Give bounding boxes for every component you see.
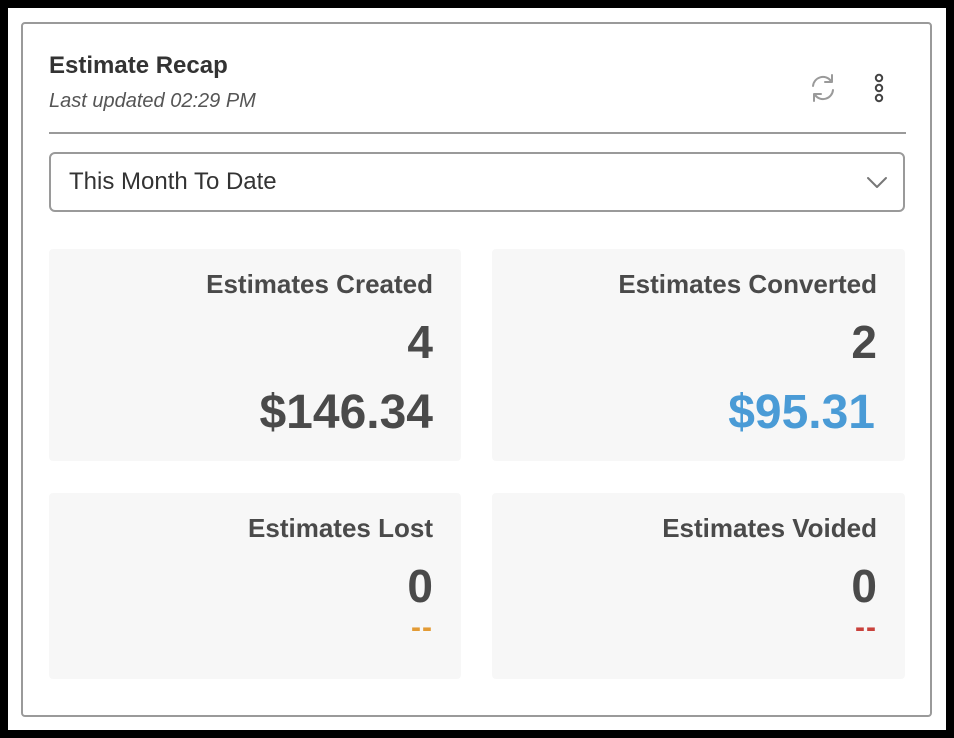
window-frame: Estimate Recap Last updated 02:29 PM Thi…	[0, 0, 954, 738]
chevron-down-icon	[867, 177, 887, 188]
estimates-voided-count: 0	[851, 560, 877, 612]
last-updated-text: Last updated 02:29 PM	[49, 90, 256, 112]
estimates-created-label: Estimates Created	[206, 269, 433, 299]
estimates-lost-label: Estimates Lost	[248, 513, 433, 543]
estimates-created-count: 4	[407, 316, 433, 368]
estimates-voided-label: Estimates Voided	[662, 513, 877, 543]
estimates-voided-tile: Estimates Voided 0 --	[492, 493, 905, 679]
estimates-lost-count: 0	[407, 560, 433, 612]
date-range-selected-value: This Month To Date	[69, 168, 277, 195]
refresh-icon	[812, 74, 834, 102]
estimates-converted-label: Estimates Converted	[618, 269, 877, 299]
estimates-voided-amount: --	[855, 611, 877, 644]
estimates-lost-tile: Estimates Lost 0 --	[49, 493, 461, 679]
refresh-button[interactable]	[801, 66, 845, 110]
widget-title: Estimate Recap	[49, 52, 228, 79]
estimates-converted-tile: Estimates Converted 2 $95.31	[492, 249, 905, 461]
estimates-converted-amount: $95.31	[728, 386, 875, 439]
estimates-created-amount: $146.34	[259, 386, 433, 439]
estimates-converted-count: 2	[851, 316, 877, 368]
estimate-recap-widget: Estimate Recap Last updated 02:29 PM Thi…	[21, 22, 932, 717]
estimates-lost-amount: --	[411, 611, 433, 644]
date-range-select[interactable]: This Month To Date	[49, 152, 905, 212]
header-divider	[49, 132, 906, 134]
more-options-button[interactable]	[867, 66, 891, 110]
more-vertical-icon	[874, 73, 884, 103]
estimates-created-tile: Estimates Created 4 $146.34	[49, 249, 461, 461]
